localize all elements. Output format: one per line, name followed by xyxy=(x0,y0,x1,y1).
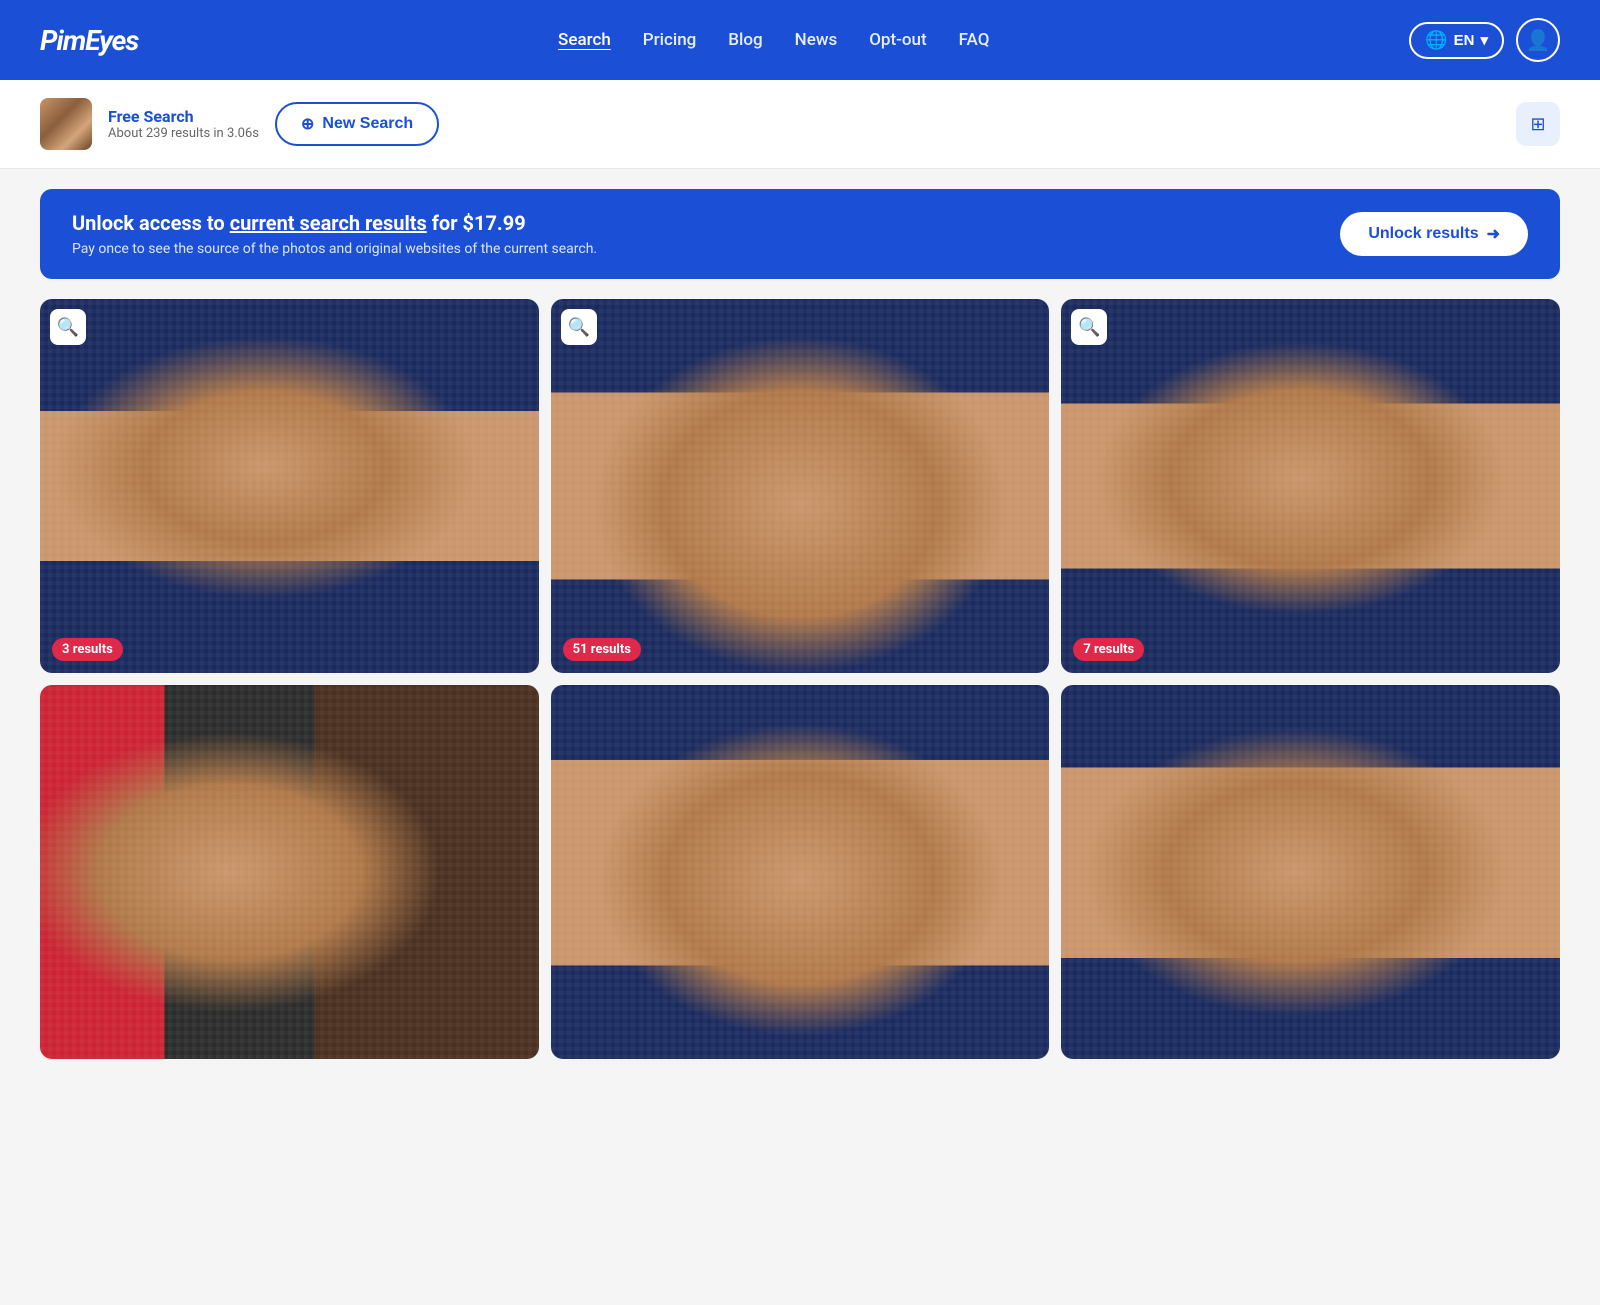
pimeyes-badge-1: 🔍 xyxy=(50,309,86,345)
result-card-1[interactable]: 🔍 3 results xyxy=(40,299,539,673)
logo[interactable]: PimEyes xyxy=(40,24,138,57)
unlock-heading-link[interactable]: current search results xyxy=(230,211,427,235)
pixel-overlay xyxy=(1061,299,1560,673)
unlock-button-label: Unlock results xyxy=(1368,225,1478,243)
result-card-2[interactable]: 🔍 51 results xyxy=(551,299,1050,673)
pimeyes-badge-2: 🔍 xyxy=(561,309,597,345)
results-count-3: 7 results xyxy=(1073,638,1144,661)
results-count-1: 3 results xyxy=(52,638,123,661)
results-count-2: 51 results xyxy=(563,638,641,661)
header: PimEyes Search Pricing Blog News Opt-out… xyxy=(0,0,1600,80)
nav-news[interactable]: News xyxy=(795,30,838,50)
result-card-4[interactable] xyxy=(40,685,539,1059)
unlock-body: Pay once to see the source of the photos… xyxy=(72,241,597,257)
search-info: Free Search About 239 results in 3.06s xyxy=(108,107,259,141)
header-right: 🌐 EN ▾ 👤 xyxy=(1409,18,1560,62)
pixel-overlay xyxy=(40,685,539,1059)
pixel-overlay xyxy=(40,299,539,673)
new-search-label: New Search xyxy=(322,115,413,133)
free-search-label: Free Search xyxy=(108,107,259,126)
new-search-button[interactable]: ⊕ New Search xyxy=(275,102,439,146)
unlock-banner: Unlock access to current search results … xyxy=(40,189,1560,279)
result-card-6[interactable] xyxy=(1061,685,1560,1059)
unlock-text: Unlock access to current search results … xyxy=(72,211,597,257)
unlock-heading: Unlock access to current search results … xyxy=(72,211,597,235)
result-card-3[interactable]: 🔍 7 results xyxy=(1061,299,1560,673)
results-grid: 🔍 3 results 🔍 51 results 🔍 7 results xyxy=(0,299,1600,1099)
arrow-right-icon: ➜ xyxy=(1487,224,1500,244)
nav-pricing[interactable]: Pricing xyxy=(643,30,697,50)
filter-icon: ⊞ xyxy=(1530,114,1545,135)
main-nav: Search Pricing Blog News Opt-out FAQ xyxy=(558,30,989,50)
pixel-overlay xyxy=(551,299,1050,673)
search-bar: Free Search About 239 results in 3.06s ⊕… xyxy=(0,80,1600,169)
nav-optout[interactable]: Opt-out xyxy=(869,30,926,50)
filter-button[interactable]: ⊞ xyxy=(1516,102,1560,146)
search-circle-icon: ⊕ xyxy=(301,114,314,134)
search-meta: About 239 results in 3.06s xyxy=(108,126,259,141)
user-icon: 👤 xyxy=(1526,28,1551,53)
unlock-heading-prefix: Unlock access to xyxy=(72,211,230,235)
user-account-button[interactable]: 👤 xyxy=(1516,18,1560,62)
chevron-down-icon: ▾ xyxy=(1480,31,1488,49)
search-thumbnail xyxy=(40,98,92,150)
nav-blog[interactable]: Blog xyxy=(728,30,762,50)
unlock-results-button[interactable]: Unlock results ➜ xyxy=(1340,212,1528,256)
nav-faq[interactable]: FAQ xyxy=(959,30,990,50)
unlock-heading-suffix: for $17.99 xyxy=(427,211,526,235)
lang-label: EN xyxy=(1454,32,1475,49)
pixel-overlay xyxy=(1061,685,1560,1059)
search-left: Free Search About 239 results in 3.06s ⊕… xyxy=(40,98,439,150)
pixel-overlay xyxy=(551,685,1050,1059)
language-button[interactable]: 🌐 EN ▾ xyxy=(1409,22,1504,59)
pimeyes-badge-3: 🔍 xyxy=(1071,309,1107,345)
globe-icon: 🌐 xyxy=(1425,30,1447,51)
nav-search[interactable]: Search xyxy=(558,30,611,50)
result-card-5[interactable] xyxy=(551,685,1050,1059)
thumbnail-image xyxy=(40,98,92,150)
